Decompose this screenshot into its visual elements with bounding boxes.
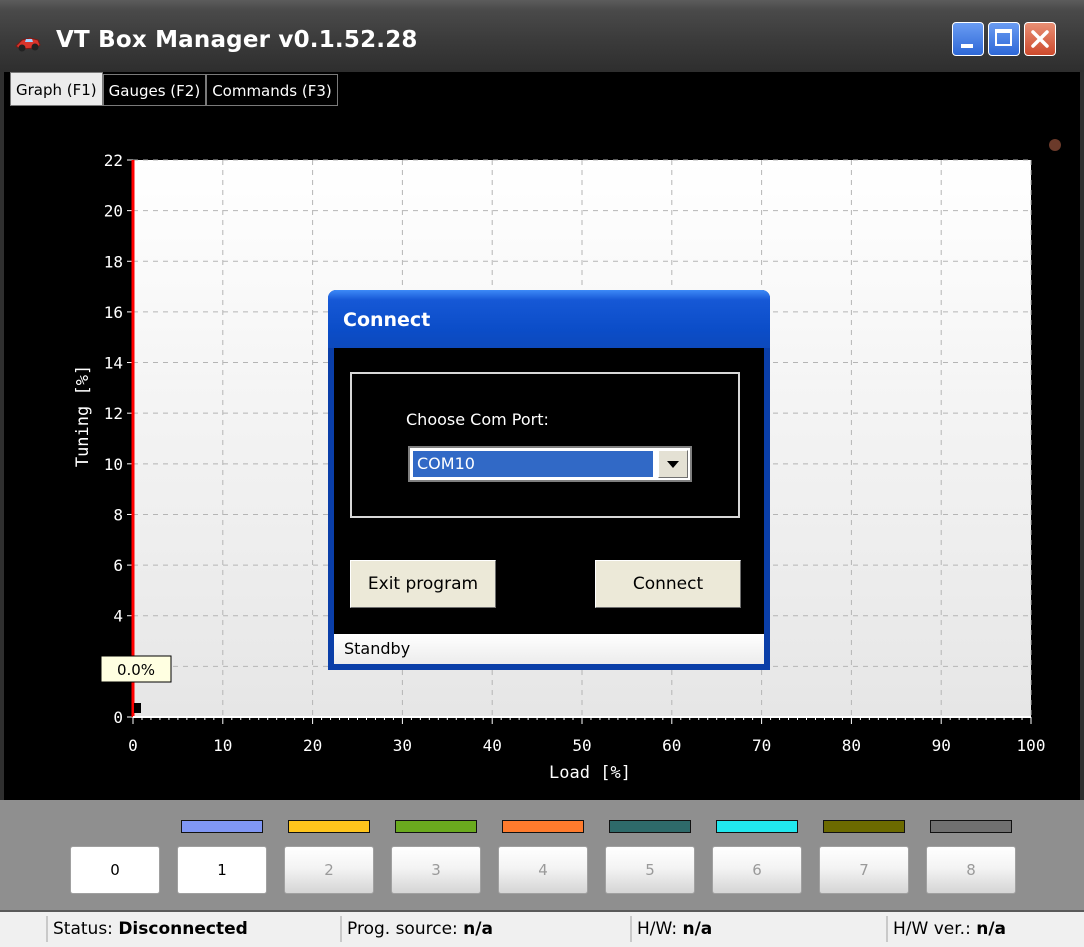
y-tick-label: 20: [104, 202, 123, 221]
status-label: Status:: [53, 919, 113, 939]
tab-commands[interactable]: Commands (F3): [206, 74, 338, 106]
x-tick-label: 30: [393, 736, 412, 755]
y-axis-label: Tuning [%]: [73, 365, 93, 467]
channel-color-swatch: [609, 820, 691, 833]
status-bar: Status: Disconnected Prog. source: n/a H…: [0, 910, 1084, 947]
hw-version-label: H/W ver.:: [893, 919, 971, 939]
x-tick-label: 0: [128, 736, 138, 755]
y-tick-label: 16: [104, 303, 123, 322]
dropdown-button[interactable]: [658, 450, 688, 478]
channel-button-8[interactable]: 8: [926, 846, 1016, 894]
x-tick-label: 40: [483, 736, 502, 755]
channel-color-swatch: [288, 820, 370, 833]
dialog-status: Standby: [334, 634, 764, 664]
dialog-title: Connect: [343, 309, 431, 331]
hw-segment: H/W: n/a: [630, 916, 712, 942]
channel-color-swatch: [181, 820, 263, 833]
com-port-label: Choose Com Port:: [406, 410, 549, 429]
dialog-title-bar[interactable]: Connect: [328, 290, 770, 348]
dialog-body: Choose Com Port: COM10 Exit program Conn…: [334, 348, 764, 664]
channel-button-5[interactable]: 5: [605, 846, 695, 894]
x-tick-label: 80: [842, 736, 861, 755]
maximize-icon: [995, 29, 1012, 46]
chevron-down-icon: [667, 461, 679, 468]
channel-button-6[interactable]: 6: [712, 846, 802, 894]
channel-color-swatch: [716, 820, 798, 833]
hw-version-segment: H/W ver.: n/a: [886, 916, 1006, 942]
hw-value: n/a: [682, 919, 713, 939]
status-segment: Status: Disconnected: [46, 916, 248, 942]
y-tick-label: 14: [104, 354, 123, 373]
channel-color-swatch: [395, 820, 477, 833]
cursor-marker[interactable]: [134, 703, 141, 713]
hw-version-value: n/a: [976, 919, 1007, 939]
status-value: Disconnected: [118, 919, 248, 939]
x-tick-label: 90: [932, 736, 951, 755]
com-port-select[interactable]: COM10: [408, 446, 692, 482]
connect-button[interactable]: Connect: [595, 560, 741, 608]
channel-button-1[interactable]: 1: [177, 846, 267, 894]
close-button[interactable]: [1024, 22, 1056, 56]
tab-graph[interactable]: Graph (F1): [10, 72, 103, 106]
x-tick-label: 50: [572, 736, 591, 755]
channel-button-0[interactable]: 0: [70, 846, 160, 894]
window-title: VT Box Manager v0.1.52.28: [56, 27, 418, 53]
racing-car-icon: [14, 30, 42, 56]
x-axis-label: Load [%]: [549, 763, 631, 783]
prog-source-segment: Prog. source: n/a: [340, 916, 493, 942]
y-tick-label: 10: [104, 455, 123, 474]
y-tick-label: 12: [104, 404, 123, 423]
y-tick-label: 4: [113, 607, 123, 626]
prog-source-label: Prog. source:: [347, 919, 458, 939]
x-tick-label: 60: [662, 736, 681, 755]
channel-button-3[interactable]: 3: [391, 846, 481, 894]
com-port-group: Choose Com Port: COM10: [350, 372, 740, 518]
connection-indicator-icon: [1049, 139, 1061, 151]
app-window: VT Box Manager v0.1.52.28 Graph (F1) Gau…: [0, 0, 1084, 947]
maximize-button[interactable]: [988, 22, 1020, 56]
hw-label: H/W:: [637, 919, 678, 939]
channel-color-swatch: [502, 820, 584, 833]
x-tick-label: 10: [213, 736, 232, 755]
minimize-icon: [961, 44, 973, 48]
y-tick-label: 0: [113, 708, 123, 727]
prog-source-value: n/a: [463, 919, 493, 939]
y-tick-label: 6: [113, 556, 123, 575]
cursor-value-label: 0.0%: [100, 655, 172, 683]
y-axis: 0246810121416182022: [104, 151, 135, 727]
x-axis: 0 10 20 30 40 50 60 70 80 90 100: [128, 716, 1046, 755]
x-tick-label: 20: [303, 736, 322, 755]
com-port-value: COM10: [413, 451, 653, 477]
channel-button-2[interactable]: 2: [284, 846, 374, 894]
minimize-button[interactable]: [952, 22, 984, 56]
channel-button-4[interactable]: 4: [498, 846, 588, 894]
connect-dialog: Connect Choose Com Port: COM10 Exit prog…: [328, 290, 770, 670]
y-tick-label: 18: [104, 252, 123, 271]
tab-gauges[interactable]: Gauges (F2): [102, 74, 207, 106]
channel-button-7[interactable]: 7: [819, 846, 909, 894]
y-tick-label: 8: [113, 505, 123, 524]
close-icon: [1031, 30, 1049, 48]
y-tick-label: 22: [104, 151, 123, 170]
channel-color-swatch: [823, 820, 905, 833]
channel-color-swatch: [930, 820, 1012, 833]
x-tick-label: 70: [752, 736, 771, 755]
cursor-value-text: 0.0%: [117, 661, 155, 679]
tab-bar: Graph (F1) Gauges (F2) Commands (F3): [10, 72, 338, 106]
x-tick-label: 100: [1017, 736, 1046, 755]
title-bar[interactable]: VT Box Manager v0.1.52.28: [0, 0, 1084, 72]
exit-program-button[interactable]: Exit program: [350, 560, 496, 608]
channel-panel: 012345678: [0, 800, 1084, 910]
